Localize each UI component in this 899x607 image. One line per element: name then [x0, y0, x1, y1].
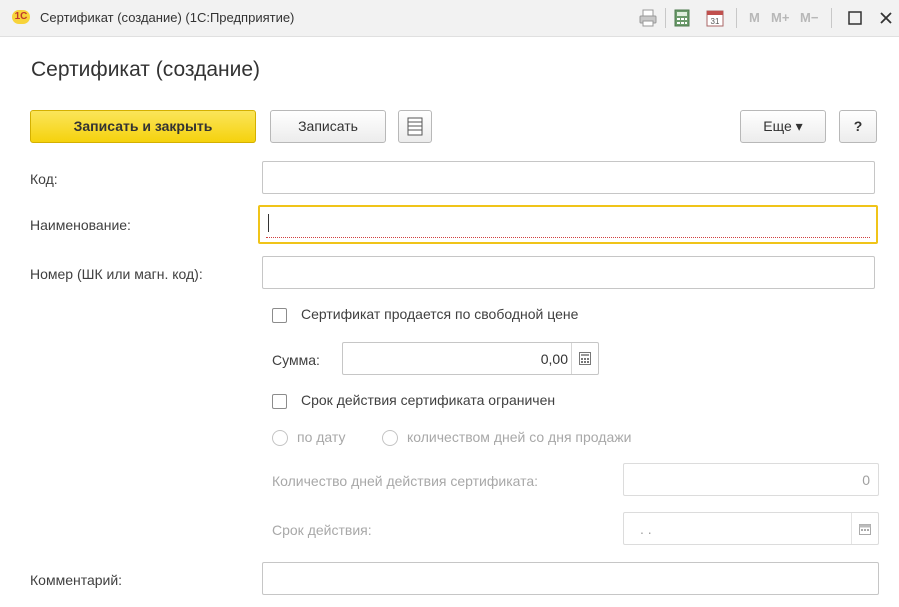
days-count-label: Количество дней действия сертификата: — [272, 473, 539, 489]
date-picker-button[interactable] — [851, 513, 878, 544]
save-button[interactable]: Записать — [270, 110, 386, 143]
calculator-small-icon — [579, 352, 591, 365]
form-title: Сертификат (создание) — [31, 58, 261, 81]
validity-limited-label[interactable]: Срок действия сертификата ограничен — [301, 392, 555, 408]
name-input[interactable] — [258, 205, 878, 244]
days-count-value: 0 — [862, 472, 870, 488]
by-date-label[interactable]: по дату — [297, 429, 345, 445]
structure-button[interactable] — [398, 110, 432, 143]
comment-input[interactable] — [262, 562, 879, 595]
close-icon[interactable] — [879, 11, 893, 25]
number-label: Номер (ШК или магн. код): — [30, 266, 203, 282]
more-button[interactable]: Еще ▾ — [740, 110, 826, 143]
memory-m-button[interactable]: M — [749, 10, 760, 25]
toolbar-separator — [831, 8, 832, 28]
memory-plus-button[interactable]: M+ — [771, 10, 789, 25]
print-icon[interactable] — [639, 9, 657, 27]
expiry-date-value: . . — [640, 521, 652, 537]
code-input[interactable] — [262, 161, 875, 194]
text-caret — [268, 214, 269, 232]
date-calendar-icon — [859, 523, 871, 535]
amount-value: 0,00 — [540, 351, 568, 367]
list-structure-icon — [407, 117, 423, 136]
name-label: Наименование: — [30, 217, 131, 233]
calculator-icon[interactable] — [674, 9, 690, 27]
free-price-label[interactable]: Сертификат продается по свободной цене — [301, 306, 578, 322]
app-logo-icon: 1С — [12, 10, 30, 24]
expiry-date-input[interactable]: . . — [623, 512, 879, 545]
number-input[interactable] — [262, 256, 875, 289]
calendar-icon[interactable]: 31 — [706, 9, 724, 27]
window-title: Сертификат (создание) (1С:Предприятие) — [40, 10, 295, 25]
code-label: Код: — [30, 171, 58, 187]
help-button[interactable]: ? — [839, 110, 877, 143]
maximize-icon[interactable] — [848, 11, 862, 25]
required-field-underline — [266, 237, 870, 238]
save-and-close-button[interactable]: Записать и закрыть — [30, 110, 256, 143]
window-titlebar: 1С Сертификат (создание) (1С:Предприятие… — [0, 0, 899, 37]
validity-limited-checkbox[interactable] — [272, 394, 287, 409]
amount-label: Сумма: — [272, 352, 320, 368]
comment-label: Комментарий: — [30, 572, 123, 588]
calculator-button[interactable] — [571, 343, 598, 374]
toolbar-separator — [665, 8, 666, 28]
toolbar-separator — [736, 8, 737, 28]
free-price-checkbox[interactable] — [272, 308, 287, 323]
expiry-label: Срок действия: — [272, 522, 372, 538]
days-count-input[interactable]: 0 — [623, 463, 879, 496]
by-days-label[interactable]: количеством дней со дня продажи — [407, 429, 631, 445]
by-days-radio[interactable] — [382, 430, 398, 446]
calendar-day: 31 — [711, 17, 720, 26]
by-date-radio[interactable] — [272, 430, 288, 446]
memory-minus-button[interactable]: M− — [800, 10, 818, 25]
amount-input[interactable]: 0,00 — [342, 342, 599, 375]
